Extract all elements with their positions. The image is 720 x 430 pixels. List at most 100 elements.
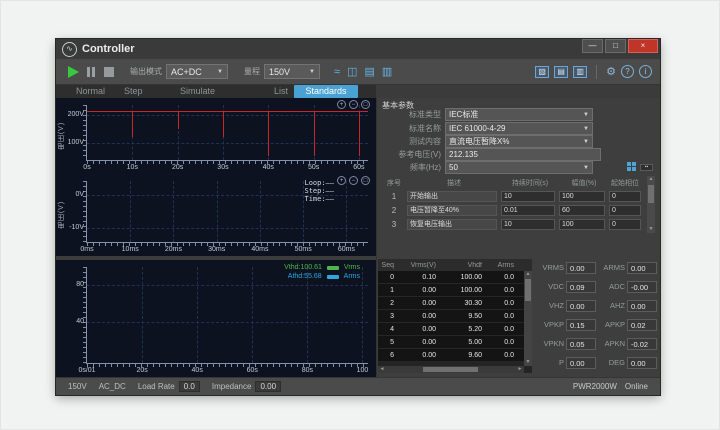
step-phase[interactable]: 0	[609, 205, 641, 216]
seq-row[interactable]: 30.009.500.0	[378, 310, 532, 323]
reset-view-icon[interactable]: □	[361, 100, 370, 109]
seq-v-scrollbar[interactable]: ▲▼	[524, 271, 532, 366]
scroll-left-icon[interactable]: ◄	[378, 366, 386, 373]
cascade-windows-icon[interactable]: ◫	[347, 65, 357, 79]
tab-step[interactable]: Step	[124, 85, 143, 98]
save-file-icon[interactable]: ▤	[554, 66, 568, 78]
step-duration[interactable]: 10	[501, 191, 555, 202]
collapse-icon[interactable]: ▪▪	[640, 164, 653, 171]
seq-h-scrollbar[interactable]: ◄►	[378, 366, 524, 373]
chart-legend: Vthd:100.61VrmsAthd:55.68Arms	[284, 263, 360, 281]
seq-cell: 0.00	[400, 326, 442, 333]
scroll-thumb[interactable]	[525, 279, 531, 301]
param-input[interactable]: 212.135	[445, 148, 601, 161]
seq-cell: 9.50	[442, 313, 488, 320]
tab-standards[interactable]: Standards	[294, 85, 358, 98]
measure-label: APKP	[596, 320, 625, 329]
pause-button[interactable]	[87, 67, 95, 77]
scroll-thumb[interactable]	[423, 367, 478, 372]
help-icon[interactable]: ?	[621, 65, 634, 78]
seq-row[interactable]: 60.009.600.0	[378, 349, 532, 362]
close-button[interactable]: ×	[628, 39, 658, 53]
legend-swatch	[327, 275, 339, 279]
step-duration[interactable]: 0.01	[501, 205, 555, 216]
title-bar[interactable]: ∿ Controller — □ ×	[56, 39, 660, 59]
param-label: 标准类型	[377, 109, 441, 120]
param-select[interactable]: 直流电压暂降X%▼	[445, 135, 593, 148]
x-tick-label: 40ms	[248, 246, 272, 253]
chart-tools: +−□	[337, 100, 370, 109]
scroll-down-icon[interactable]: ▼	[524, 359, 532, 366]
step-amplitude[interactable]: 60	[559, 205, 605, 216]
output-mode-value: AC+DC	[171, 67, 213, 77]
stop-button[interactable]	[104, 67, 114, 77]
upload-device-icon[interactable]: ▤	[364, 65, 374, 79]
tab-simulate[interactable]: Simulate	[180, 85, 215, 98]
toolbar-separator	[596, 65, 597, 79]
grid-view-icon[interactable]	[627, 162, 636, 171]
waveform-spike	[359, 111, 360, 155]
measure-label: VHZ	[537, 301, 564, 310]
x-tick-label: 50s	[302, 164, 326, 171]
step-amplitude[interactable]: 100	[559, 219, 605, 230]
impedance-label: Impedance	[212, 382, 252, 391]
seq-cell: 100.00	[442, 274, 488, 281]
about-icon[interactable]: i	[639, 65, 652, 78]
scroll-up-icon[interactable]: ▲	[647, 176, 655, 183]
seq-row[interactable]: 40.005.200.0	[378, 323, 532, 336]
param-select[interactable]: 50▼	[445, 161, 593, 174]
param-select[interactable]: IEC 61000-4-29▼	[445, 122, 593, 135]
tab-normal[interactable]: Normal	[76, 85, 105, 98]
chevron-down-icon: ▼	[583, 165, 589, 171]
seq-cell: 0.00	[400, 352, 442, 359]
steps-row[interactable]: 1开始输出101000	[381, 190, 645, 203]
step-description[interactable]: 恢复电压输出	[407, 219, 497, 230]
scroll-thumb[interactable]	[648, 185, 654, 203]
steps-table-scrollbar[interactable]: ▲▼	[647, 176, 655, 233]
scroll-right-icon[interactable]: ►	[516, 366, 524, 373]
maximize-button[interactable]: □	[605, 39, 626, 53]
step-phase[interactable]: 0	[609, 191, 641, 202]
scroll-down-icon[interactable]: ▼	[647, 226, 655, 233]
monitor-icon[interactable]: ▥	[382, 65, 392, 79]
x-tick-label: 10s	[120, 164, 144, 171]
steps-row[interactable]: 2电压暂降至40% 0.01 60 0	[381, 204, 645, 217]
tab-list[interactable]: List	[274, 85, 288, 98]
zoom-in-icon[interactable]: +	[337, 100, 346, 109]
connection-status: Online	[625, 382, 648, 391]
minimize-button[interactable]: —	[582, 39, 603, 53]
zoom-out-icon[interactable]: −	[349, 176, 358, 185]
step-duration[interactable]: 10	[501, 219, 555, 230]
seq-row[interactable]: 00.10100.000.0	[378, 271, 532, 284]
waveform-spike	[223, 111, 224, 137]
step-phase[interactable]: 0	[609, 219, 641, 230]
step-description[interactable]: 电压暂降至40%	[407, 205, 497, 216]
gridline-h	[87, 322, 368, 323]
x-tick-label: 20s	[166, 164, 190, 171]
steps-row[interactable]: 3恢复电压输出101000	[381, 218, 645, 231]
step-description[interactable]: 开始输出	[407, 191, 497, 202]
seq-row[interactable]: 20.0030.300.0	[378, 297, 532, 310]
step-no: 2	[381, 206, 407, 215]
zoom-out-icon[interactable]: −	[349, 100, 358, 109]
export-file-icon[interactable]: ▥	[573, 66, 587, 78]
open-file-icon[interactable]: ▧	[535, 66, 549, 78]
seq-row[interactable]: 10.00100.000.0	[378, 284, 532, 297]
tools-icon[interactable]: ⚙	[606, 65, 616, 79]
waveform-baseline	[87, 111, 368, 112]
play-button[interactable]	[68, 66, 79, 78]
zoom-in-icon[interactable]: +	[337, 176, 346, 185]
seq-cell: 0.0	[488, 313, 520, 320]
step-amplitude[interactable]: 100	[559, 191, 605, 202]
x-tick-label: 30s	[211, 164, 235, 171]
param-select[interactable]: IEC标准▼	[445, 108, 593, 121]
range-select[interactable]: 150V ▼	[264, 64, 320, 79]
output-mode-select[interactable]: AC+DC ▼	[166, 64, 228, 79]
reset-view-icon[interactable]: □	[361, 176, 370, 185]
seq-row[interactable]: 50.005.000.0	[378, 336, 532, 349]
scroll-up-icon[interactable]: ▲	[524, 271, 532, 278]
x-tick-label: 10ms	[118, 246, 142, 253]
waveform-icon[interactable]: ≈	[334, 65, 340, 79]
x-tick-label: 50ms	[291, 246, 315, 253]
status-range: 150V	[68, 382, 87, 391]
